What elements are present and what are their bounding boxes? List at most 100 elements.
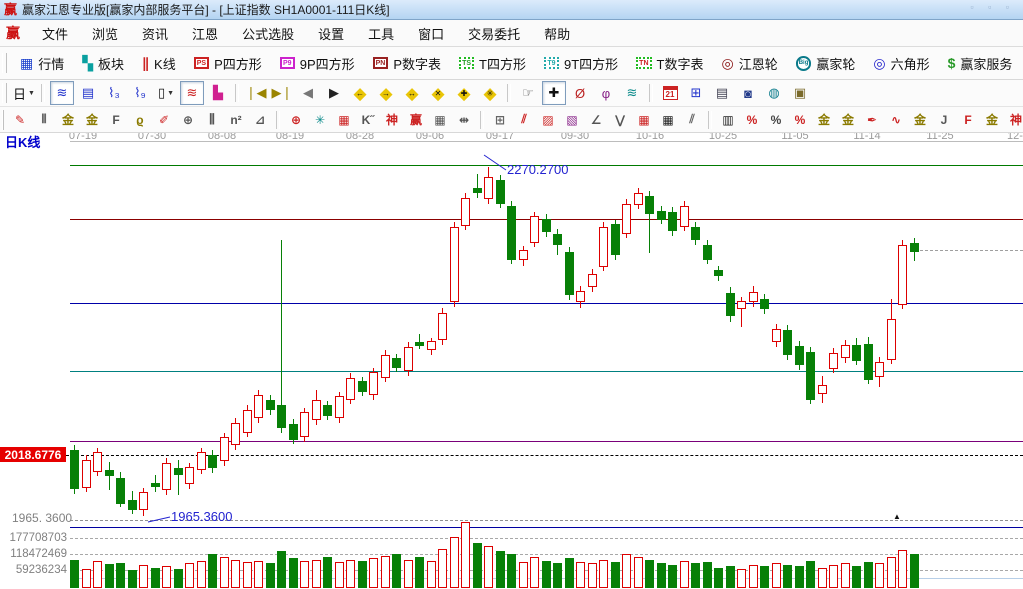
scale-ruler-tool[interactable]: ⫴ — [33, 109, 55, 131]
toolbar-item-行情[interactable]: ▦ 行情 — [11, 50, 73, 76]
blue-spiral-button[interactable]: ≋ — [50, 81, 74, 105]
window-controls[interactable]: ▫ ▫ ▫ — [970, 2, 1015, 12]
toolbar-item-T数字表[interactable]: TN T数字表 — [627, 50, 712, 76]
zoom-horizontal-button[interactable]: ◆ ↔ — [400, 81, 424, 105]
angle-ruler-tool[interactable]: ⊿ — [249, 109, 271, 131]
menu-item-文件[interactable]: 文件 — [30, 21, 80, 46]
gold-line-tool[interactable]: 金 — [837, 109, 859, 131]
red-spiral-button[interactable]: ≋ — [180, 81, 204, 105]
j-angle-tool[interactable]: J — [933, 109, 955, 131]
network-button[interactable]: ◍ — [762, 81, 786, 105]
toolbar-item-9T四方形[interactable]: T9 9T四方形 — [535, 50, 627, 76]
gold-circle-tool[interactable]: 金 — [813, 109, 835, 131]
ying-tool[interactable]: 赢 — [405, 109, 427, 131]
grid-red2-tool[interactable]: ▦ — [633, 109, 655, 131]
crosshair-tool-button[interactable]: ✚ — [542, 81, 566, 105]
menu-item-资讯[interactable]: 资讯 — [130, 21, 180, 46]
fan-lines-tool[interactable]: ⫽ — [513, 109, 535, 131]
gold-angle0-tool[interactable]: 金 — [909, 109, 931, 131]
jump-last-button[interactable]: ▶❘ — [270, 81, 294, 105]
calculator-button[interactable]: ⊞ — [684, 81, 708, 105]
shen-angle-tool[interactable]: 神 — [1005, 109, 1023, 131]
workstation-button[interactable]: ▣ — [788, 81, 812, 105]
circle-ticks-tool[interactable]: ⊕ — [177, 109, 199, 131]
shen-tool[interactable]: 神 — [381, 109, 403, 131]
zoom-left-button[interactable]: ◆ ← — [348, 81, 372, 105]
toolbar-item-赢家服务[interactable]: $ 赢家服务 — [939, 50, 1022, 76]
gold-scale1-tool[interactable]: 金 — [57, 109, 79, 131]
wave3-button[interactable]: ⌇₃ — [102, 81, 126, 105]
grid-red-tool[interactable]: ▦ — [333, 109, 355, 131]
teal-spiral-button[interactable]: ≋ — [620, 81, 644, 105]
zoom-plus-button[interactable]: ◆ ✚ — [452, 81, 476, 105]
angle-lines-tool[interactable]: ∠ — [585, 109, 607, 131]
candle-style-button[interactable]: ▯ ▼ — [154, 81, 178, 105]
zoom-x-button[interactable]: ◆ ✕ — [426, 81, 450, 105]
zoom-right-button[interactable]: ◆ → — [374, 81, 398, 105]
toolbar-item-9P四方形[interactable]: P9 9P四方形 — [271, 50, 364, 76]
toolbar-item-六角形[interactable]: ◎ 六角形 — [864, 50, 938, 76]
toolbar-item-K线[interactable]: ∥ K线 — [133, 50, 185, 76]
frame-grid-tool[interactable]: ⊞ — [489, 109, 511, 131]
save-button[interactable]: ◙ — [736, 81, 760, 105]
parallel-lines-tool[interactable]: ⫽ — [681, 109, 703, 131]
menu-item-工具[interactable]: 工具 — [356, 21, 406, 46]
f-angle-tool[interactable]: F — [957, 109, 979, 131]
menu-item-帮助[interactable]: 帮助 — [532, 21, 582, 46]
percent-tool[interactable]: % — [765, 109, 787, 131]
n-square-tool[interactable]: n² — [225, 109, 247, 131]
hand-tool-button[interactable]: ☞ — [516, 81, 540, 105]
toolbar-item-P数字表[interactable]: PN P数字表 — [364, 50, 450, 76]
histogram-button[interactable]: ▙ — [206, 81, 230, 105]
gold-circle-tool-glyph: 金 — [817, 113, 830, 127]
wave9-button[interactable]: ⌇₉ — [128, 81, 152, 105]
percent-line-tool[interactable]: % — [741, 109, 763, 131]
grid-123-tool[interactable]: ▦ — [429, 109, 451, 131]
period-day-button[interactable]: 日 ▼ — [12, 81, 36, 105]
flag-pen-tool[interactable]: ✒ — [861, 109, 883, 131]
red-compass-tool[interactable]: ⊕ — [285, 109, 307, 131]
histogram-button-glyph: ▙ — [213, 85, 223, 100]
menu-item-公式选股[interactable]: 公式选股 — [230, 21, 306, 46]
gold-scale2-tool[interactable]: 金 — [81, 109, 103, 131]
fan-box2-tool[interactable]: ▧ — [561, 109, 583, 131]
star-grid-tool[interactable]: ✳ — [309, 109, 331, 131]
notes-button[interactable]: ▤ — [76, 81, 100, 105]
calendar-button[interactable]: 21 — [658, 81, 682, 105]
toolbar-drag-handle[interactable] — [2, 109, 4, 130]
menu-item-设置[interactable]: 设置 — [306, 21, 356, 46]
k-quote-tool[interactable]: K˝ — [357, 109, 379, 131]
hash-tool[interactable]: ⫼ — [201, 109, 223, 131]
toolbar-item-T四方形[interactable]: TS T四方形 — [450, 50, 535, 76]
toolbar-item-板块[interactable]: ▚ 板块 — [73, 50, 133, 76]
grid-dark-tool[interactable]: ▦ — [657, 109, 679, 131]
gold-angle-tool[interactable]: 金 — [981, 109, 1003, 131]
volume-axis-label: 59236234 — [15, 564, 67, 576]
menu-item-浏览[interactable]: 浏览 — [80, 21, 130, 46]
wave-lines-tool[interactable]: ⋁ — [609, 109, 631, 131]
toolbar-drag-handle[interactable] — [2, 83, 7, 103]
f-tool[interactable]: F — [105, 109, 127, 131]
step-forward-button[interactable]: ▶ — [322, 81, 346, 105]
toolbar-drag-handle[interactable] — [2, 53, 7, 73]
percent-line2-tool[interactable]: % — [789, 109, 811, 131]
menu-item-交易委托[interactable]: 交易委托 — [456, 21, 532, 46]
width-arrows-tool[interactable]: ⇹ — [453, 109, 475, 131]
toolbar-item-江恩轮[interactable]: ◎ 江恩轮 — [712, 50, 786, 76]
level-table-tool[interactable]: ▥ — [717, 109, 739, 131]
zoom-all-button[interactable]: ◆ ✳ — [478, 81, 502, 105]
spiral-tool[interactable]: ϱ — [129, 109, 151, 131]
pen-ruler-tool[interactable]: ✐ — [153, 109, 175, 131]
step-back-button[interactable]: ◀ — [296, 81, 320, 105]
wave-m-tool[interactable]: ∿ — [885, 109, 907, 131]
notepad-button[interactable]: ▤ — [710, 81, 734, 105]
menu-item-窗口[interactable]: 窗口 — [406, 21, 456, 46]
purple-tool-button[interactable]: φ — [594, 81, 618, 105]
toolbar-item-赢家轮[interactable]: Big 赢家轮 — [787, 50, 865, 76]
magnifier-tool-button[interactable]: Ø — [568, 81, 592, 105]
jump-first-button[interactable]: ❘◀ — [244, 81, 268, 105]
menu-item-江恩[interactable]: 江恩 — [180, 21, 230, 46]
fan-box-tool[interactable]: ▨ — [537, 109, 559, 131]
pencil-tool[interactable]: ✎ — [9, 109, 31, 131]
toolbar-item-P四方形[interactable]: PS P四方形 — [185, 50, 271, 76]
